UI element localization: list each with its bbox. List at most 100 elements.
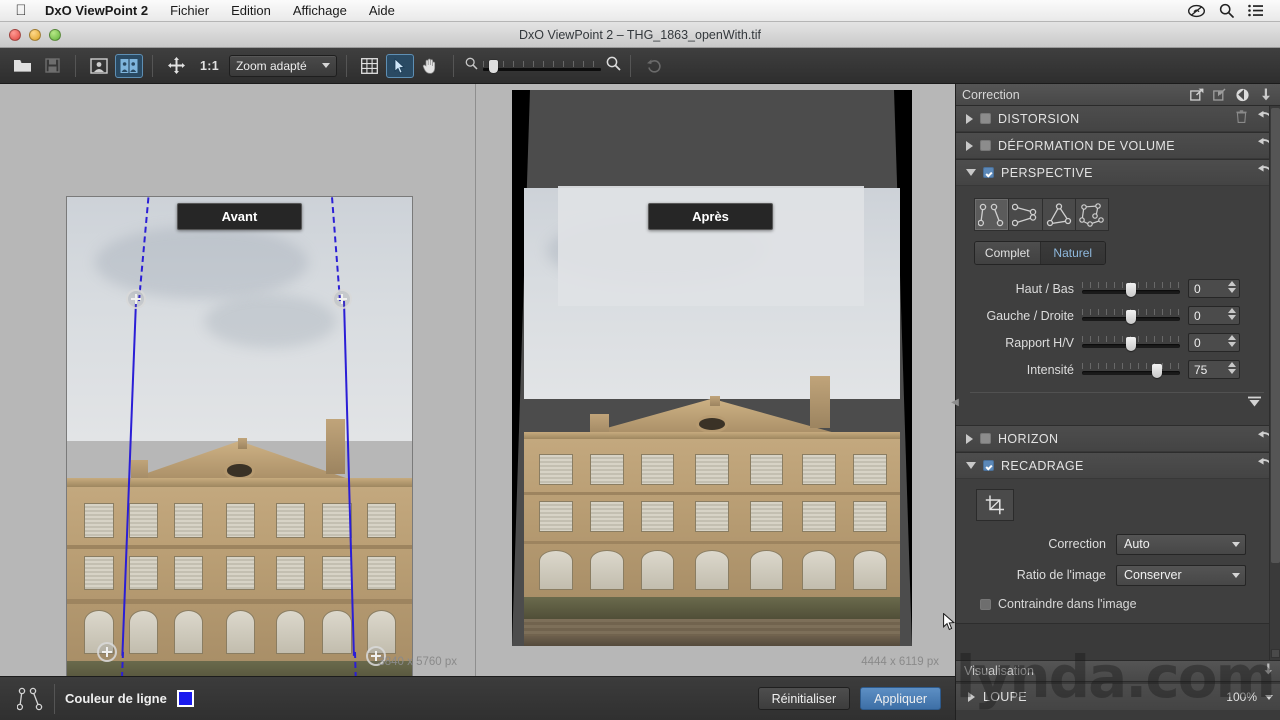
apple-menu-icon[interactable]: 	[8, 3, 34, 18]
export-preset-icon[interactable]	[1188, 87, 1205, 103]
ratio-select[interactable]: Conserver	[1116, 564, 1246, 586]
slider-knob[interactable]	[1152, 363, 1162, 378]
guide-handle-top-left[interactable]	[126, 289, 146, 309]
before-image[interactable]	[66, 196, 413, 717]
correction-select[interactable]: Auto	[1116, 533, 1246, 555]
slider-knob[interactable]	[1126, 282, 1136, 297]
panel-scrollbar-thumb[interactable]	[1271, 108, 1280, 563]
pointer-tool-icon[interactable]	[385, 53, 414, 78]
slider-label: Haut / Bas	[1015, 281, 1074, 296]
spinner-haut-bas[interactable]: 0	[1188, 279, 1240, 298]
collapse-all-icon[interactable]	[1264, 662, 1273, 680]
section-enable-checkbox[interactable]	[983, 460, 994, 471]
grid-icon[interactable]	[356, 54, 384, 78]
apply-button[interactable]: Appliquer	[860, 687, 941, 710]
spinner-up-icon[interactable]	[1228, 335, 1236, 340]
section-enable-checkbox[interactable]	[980, 113, 991, 124]
zoom-one-to-one-label[interactable]: 1:1	[192, 59, 227, 73]
slider-intensite[interactable]	[1082, 362, 1180, 378]
slider-knob[interactable]	[1126, 309, 1136, 324]
collapse-section-icon[interactable]	[1247, 395, 1262, 413]
two-vertical-lines-tool-icon[interactable]	[974, 198, 1008, 231]
zoom-out-icon[interactable]	[465, 57, 478, 75]
slider-knob[interactable]	[1126, 336, 1136, 351]
compare-view-icon[interactable]	[115, 53, 143, 78]
panel-resize-grip[interactable]: ◀	[951, 394, 959, 410]
zoom-slider-knob[interactable]	[488, 59, 498, 73]
window-arched	[640, 550, 675, 590]
zoom-mode-select[interactable]: Zoom adapté	[228, 54, 337, 77]
spinner-up-icon[interactable]	[1228, 281, 1236, 286]
disclosure-triangle-icon[interactable]	[966, 169, 976, 176]
section-header-deformation[interactable]: DÉFORMATION DE VOLUME	[956, 133, 1280, 159]
menu-item-fichier[interactable]: Fichier	[159, 3, 220, 18]
section-header-perspective[interactable]: PERSPECTIVE	[956, 160, 1280, 186]
spinner-gauche-droite[interactable]: 0	[1188, 306, 1240, 325]
section-header-distorsion[interactable]: DISTORSION	[956, 106, 1280, 132]
collapse-all-icon[interactable]	[1257, 87, 1274, 103]
spinner-down-icon[interactable]	[1228, 288, 1236, 293]
list-menu-icon[interactable]	[1248, 4, 1264, 17]
spinner-down-icon[interactable]	[1228, 342, 1236, 347]
disclosure-triangle-icon[interactable]	[966, 113, 973, 124]
two-vertical-lines-tool-icon[interactable]	[10, 687, 50, 711]
spinner-intensite[interactable]: 75	[1188, 360, 1240, 379]
visualisation-header[interactable]: Visualisation	[956, 660, 1280, 682]
section-enable-checkbox[interactable]	[980, 433, 991, 444]
section-header-horizon[interactable]: HORIZON	[956, 426, 1280, 452]
search-icon[interactable]	[1219, 3, 1234, 18]
disclosure-triangle-icon[interactable]	[966, 462, 976, 469]
save-icon[interactable]	[38, 54, 66, 78]
open-folder-icon[interactable]	[8, 54, 36, 78]
panel-scrollbar[interactable]	[1269, 106, 1280, 660]
before-pane[interactable]: Avant 3840 x 5760 px	[0, 84, 475, 717]
section-enable-checkbox[interactable]	[983, 167, 994, 178]
disclosure-triangle-icon[interactable]	[968, 692, 975, 702]
section-header-recadrage[interactable]: RECADRAGE	[956, 453, 1280, 479]
single-view-icon[interactable]	[85, 54, 113, 78]
menu-item-affichage[interactable]: Affichage	[282, 3, 358, 18]
constrain-checkbox[interactable]	[980, 598, 991, 610]
slider-rapport-hv[interactable]	[1082, 335, 1180, 351]
after-pane[interactable]: Après 4444 x 6119 px	[476, 84, 955, 676]
section-enable-checkbox[interactable]	[980, 140, 991, 151]
segment-naturel[interactable]: Naturel	[1039, 242, 1105, 264]
spinner-up-icon[interactable]	[1228, 362, 1236, 367]
spinner-rapport-hv[interactable]: 0	[1188, 333, 1240, 352]
hand-tool-icon[interactable]	[416, 54, 444, 78]
slider-gauche-droite[interactable]	[1082, 308, 1180, 324]
menu-item-aide[interactable]: Aide	[358, 3, 406, 18]
disclosure-triangle-icon[interactable]	[966, 140, 973, 151]
constrain-row[interactable]: Contraindre dans l'image	[966, 593, 1268, 613]
zoom-slider[interactable]	[482, 59, 601, 73]
move-tool-icon[interactable]	[162, 54, 190, 78]
guide-handle-top-right[interactable]	[332, 289, 352, 309]
segment-complet[interactable]: Complet	[975, 242, 1040, 264]
creative-cloud-icon[interactable]	[1188, 4, 1205, 18]
panel-scrollbar-end-button[interactable]	[1271, 649, 1280, 658]
chevron-down-icon[interactable]	[1265, 694, 1273, 700]
two-horizontal-lines-tool-icon[interactable]	[1007, 198, 1042, 231]
spinner-down-icon[interactable]	[1228, 369, 1236, 374]
undo-icon[interactable]	[640, 54, 668, 78]
slider-haut-bas[interactable]	[1082, 281, 1180, 297]
trash-icon[interactable]	[1236, 109, 1247, 128]
spinner-up-icon[interactable]	[1228, 308, 1236, 313]
zoom-slider-group[interactable]	[465, 56, 621, 76]
spinner-down-icon[interactable]	[1228, 315, 1236, 320]
import-preset-icon[interactable]	[1211, 87, 1228, 103]
menu-app-name[interactable]: DxO ViewPoint 2	[34, 3, 159, 18]
reset-all-icon[interactable]	[1234, 87, 1251, 103]
guide-handle-bottom-left[interactable]	[97, 642, 117, 662]
after-image[interactable]	[512, 90, 912, 646]
bottom-toolbar: Couleur de ligne Réinitialiser Appliquer	[0, 676, 955, 720]
crop-tool-icon[interactable]	[976, 489, 1014, 521]
reset-button[interactable]: Réinitialiser	[757, 687, 851, 710]
rectangle-three-point-tool-icon[interactable]	[1041, 198, 1076, 231]
loupe-row[interactable]: LOUPE 100%	[956, 684, 1280, 710]
disclosure-triangle-icon[interactable]	[966, 433, 973, 444]
menu-item-edition[interactable]: Edition	[220, 3, 282, 18]
line-color-swatch[interactable]	[176, 690, 194, 707]
zoom-in-icon[interactable]	[606, 56, 621, 76]
rectangle-eight-point-tool-icon[interactable]	[1075, 198, 1109, 231]
